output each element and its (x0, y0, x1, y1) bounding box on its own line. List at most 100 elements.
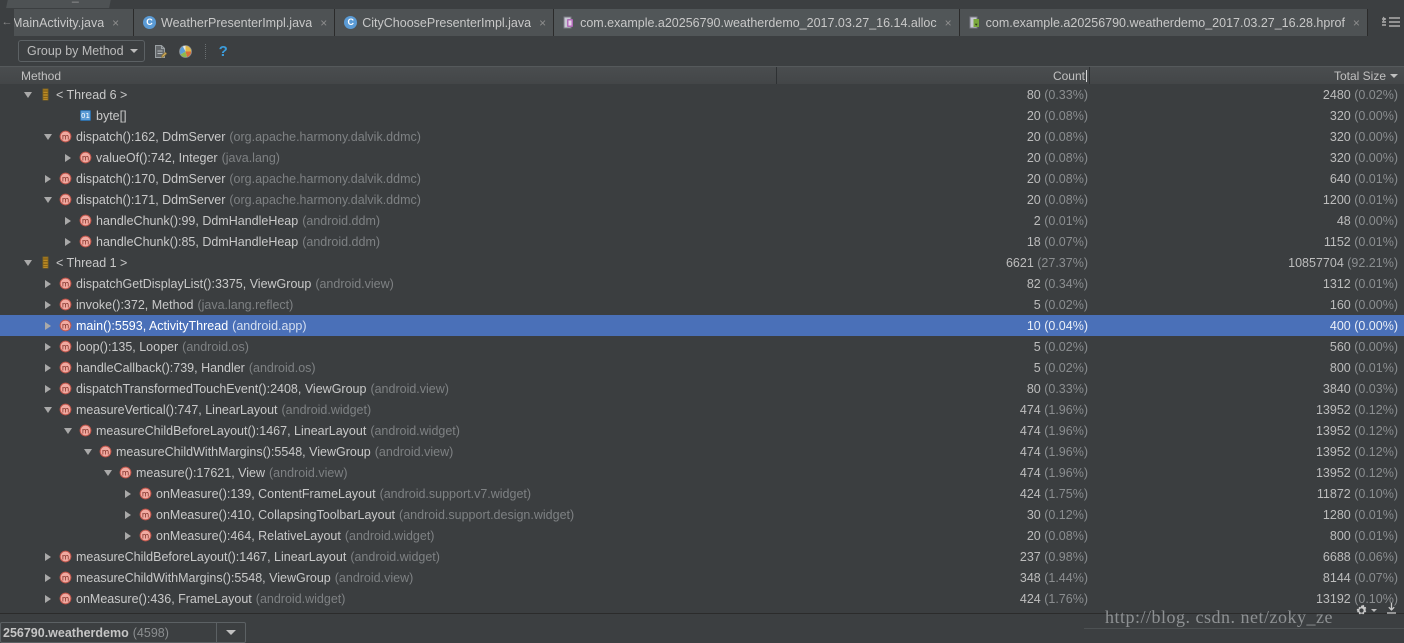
tab-scroll-left-icon[interactable]: ← (0, 8, 14, 36)
tab-close-icon[interactable]: × (945, 17, 952, 29)
tab-close-icon[interactable]: × (1353, 17, 1360, 29)
export-button[interactable] (152, 42, 170, 60)
table-row[interactable]: m measureChildWithMargins():5548, ViewGro… (0, 567, 1404, 588)
clipped-tab[interactable]: 017.03.27_16... (5, 0, 114, 8)
tree-expand-icon[interactable] (41, 172, 54, 185)
table-row[interactable]: 01 byte[] 20 (0.08%) 320 (0.00%) (0, 105, 1404, 126)
size-percent: (0.02%) (1354, 87, 1398, 102)
method-icon: m (139, 529, 156, 542)
clipped-tab-strip: 017.03.27_16... (0, 0, 1404, 8)
size-percent: (0.06%) (1354, 549, 1398, 564)
tab-alloc-snapshot[interactable]: com.example.a20256790.weatherdemo_2017.0… (554, 9, 960, 36)
method-package: (android.support.v7.widget) (379, 486, 532, 501)
method-icon: m (79, 214, 92, 227)
size-value: 320 (1329, 108, 1351, 123)
tab-citychoosepresenterimpl[interactable]: C CityChoosePresenterImpl.java × (335, 9, 555, 36)
column-header-total-size[interactable]: Total Size (1090, 67, 1404, 84)
table-row[interactable]: m valueOf():742, Integer (java.lang) 20 (0.… (0, 147, 1404, 168)
tab-close-icon[interactable]: × (112, 17, 119, 29)
table-row[interactable]: < Thread 1 >6621 (27.37%) 10857704 (92.21… (0, 252, 1404, 273)
tree-expand-icon[interactable] (121, 508, 134, 521)
tree-expand-icon[interactable] (41, 298, 54, 311)
table-row[interactable]: m dispatch():171, DdmServer (org.apache.ha… (0, 189, 1404, 210)
table-row[interactable]: m onMeasure():139, ContentFrameLayout (and… (0, 483, 1404, 504)
chart-button[interactable] (177, 42, 195, 60)
settings-button[interactable] (1355, 604, 1377, 617)
tabbar-overflow-controls[interactable] (1378, 8, 1404, 36)
table-row[interactable]: m main():5593, ActivityThread (android.app… (0, 315, 1404, 336)
tree-expand-icon[interactable] (41, 361, 54, 374)
tree-expand-icon[interactable] (41, 571, 54, 584)
tree-expand-icon[interactable] (121, 487, 134, 500)
method-package: (org.apache.harmony.dalvik.ddmc) (229, 171, 421, 186)
process-dropdown-icon[interactable] (216, 623, 245, 642)
table-row[interactable]: m dispatchTransformedTouchEvent():2408, V… (0, 378, 1404, 399)
tree-expand-icon[interactable] (41, 592, 54, 605)
table-row[interactable]: m onMeasure():464, RelativeLayout (android… (0, 525, 1404, 546)
table-row[interactable]: m measureChildWithMargins():5548, ViewGro… (0, 441, 1404, 462)
hide-button[interactable] (1385, 602, 1398, 618)
table-row[interactable]: m handleCallback():739, Handler (android.o… (0, 357, 1404, 378)
tab-close-icon[interactable]: × (539, 17, 546, 29)
cell-method: m measureChildBeforeLayout():1467, Linear… (0, 424, 777, 438)
help-button[interactable]: ? (217, 44, 230, 59)
count-percent: (0.08%) (1044, 528, 1088, 543)
tree-expand-icon[interactable] (121, 529, 134, 542)
column-header-count[interactable]: Count (777, 67, 1090, 84)
table-row[interactable]: m onMeasure():410, CollapsingToolbarLayou… (0, 504, 1404, 525)
table-row[interactable]: m measure():17621, View (android.view) 474 … (0, 462, 1404, 483)
table-row[interactable]: m measureChildBeforeLayout():1467, Linear… (0, 420, 1404, 441)
cell-total-size: 320 (0.00%) (1090, 130, 1404, 144)
size-percent: (0.01%) (1354, 192, 1398, 207)
table-row[interactable]: m handleChunk():85, DdmHandleHeap (android… (0, 231, 1404, 252)
tree-collapse-icon[interactable] (41, 193, 54, 206)
sort-descending-icon (1390, 73, 1398, 78)
svg-text:m: m (142, 510, 149, 519)
tree-collapse-icon[interactable] (41, 130, 54, 143)
tree-expand-icon[interactable] (41, 382, 54, 395)
tree-expand-icon[interactable] (61, 214, 74, 227)
table-row[interactable]: m dispatchGetDisplayList():3375, ViewGrou… (0, 273, 1404, 294)
tree-expand-icon[interactable] (41, 319, 54, 332)
method-icon: m (79, 235, 92, 248)
table-row[interactable]: < Thread 6 >80 (0.33%) 2480 (0.02%) (0, 84, 1404, 105)
table-row[interactable]: m measureVertical():747, LinearLayout (and… (0, 399, 1404, 420)
tree-expand-icon[interactable] (41, 340, 54, 353)
cell-total-size: 800 (0.01%) (1090, 529, 1404, 543)
column-header-method[interactable]: Method (0, 67, 777, 84)
tree-expand-icon[interactable] (41, 277, 54, 290)
tree-collapse-icon[interactable] (21, 88, 34, 101)
tree-expand-icon[interactable] (61, 235, 74, 248)
table-row[interactable]: m dispatch():162, DdmServer (org.apache.ha… (0, 126, 1404, 147)
tree-expand-icon[interactable] (61, 151, 74, 164)
cell-method: m dispatch():170, DdmServer (org.apache.ha… (0, 172, 777, 186)
tree-collapse-icon[interactable] (61, 424, 74, 437)
count-value: 80 (1026, 87, 1041, 102)
table-row[interactable]: m loop():135, Looper (android.os) 5 (0.02%)… (0, 336, 1404, 357)
table-row[interactable]: m dispatch():170, DdmServer (org.apache.ha… (0, 168, 1404, 189)
tab-close-icon[interactable]: × (320, 17, 327, 29)
tree-collapse-icon[interactable] (41, 403, 54, 416)
table-row[interactable]: m measureChildBeforeLayout():1467, Linear… (0, 546, 1404, 567)
tree-collapse-icon[interactable] (81, 445, 94, 458)
method-icon: m (59, 340, 72, 353)
table-row[interactable]: m onMeasure():436, FrameLayout (android.wi… (0, 588, 1404, 609)
cell-method: m onMeasure():410, CollapsingToolbarLayou… (0, 508, 777, 522)
tree-collapse-icon[interactable] (101, 466, 114, 479)
table-row[interactable]: m invoke():372, Method (java.lang.reflect)… (0, 294, 1404, 315)
svg-text:m: m (62, 384, 69, 393)
tree-collapse-icon[interactable] (21, 256, 34, 269)
svg-text:m: m (142, 531, 149, 540)
cell-method: m dispatchTransformedTouchEvent():2408, V… (0, 382, 777, 396)
tab-mainactivity[interactable]: MainActivity.java × (14, 9, 134, 36)
watermark-rule (1084, 628, 1404, 629)
tab-weatherpresenterimpl[interactable]: C WeatherPresenterImpl.java × (134, 9, 336, 36)
group-by-select[interactable]: Group by Method (18, 40, 145, 62)
tree-expand-icon[interactable] (41, 550, 54, 563)
method-icon: m (59, 172, 76, 185)
tab-list-icon[interactable] (1381, 16, 1401, 28)
tab-hprof-snapshot[interactable]: com.example.a20256790.weatherdemo_2017.0… (959, 9, 1368, 36)
table-row[interactable]: m handleChunk():99, DdmHandleHeap (android… (0, 210, 1404, 231)
process-selector[interactable]: 256790.weatherdemo (4598) (0, 622, 246, 643)
method-icon: m (59, 298, 76, 311)
